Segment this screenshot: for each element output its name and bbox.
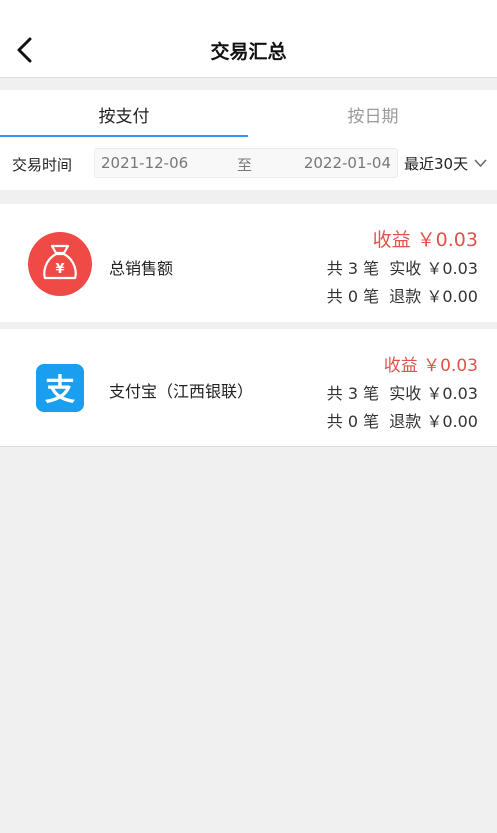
svg-text:支: 支 <box>45 373 75 408</box>
summary-card-total[interactable]: ¥ 总销售额 收益 ￥0.03 共 3 笔 实收 ￥0.03 共 0 笔 退款 … <box>0 204 497 322</box>
chevron-down-icon <box>474 159 487 168</box>
start-date-field[interactable]: 2021-12-06 <box>101 154 188 172</box>
card-name: 总销售额 <box>109 259 174 278</box>
alipay-icon: 支 <box>36 364 84 412</box>
date-separator: 至 <box>237 156 253 174</box>
header-bar: 交易汇总 <box>0 0 497 78</box>
received-summary: 共 3 笔 实收 ￥0.03 <box>326 259 478 278</box>
refund-summary: 共 0 笔 退款 ￥0.00 <box>326 287 478 306</box>
profit-amount: 收益 ￥0.03 <box>372 229 478 251</box>
svg-text:¥: ¥ <box>55 262 64 277</box>
profit-amount: 收益 ￥0.03 <box>383 356 478 376</box>
summary-card-alipay[interactable]: 支 支付宝（江西银联） 收益 ￥0.03 共 3 笔 实收 ￥0.03 共 0 … <box>0 329 497 447</box>
tab-by-payment[interactable]: 按支付 <box>0 90 248 138</box>
page-title: 交易汇总 <box>210 41 287 63</box>
end-date-field[interactable]: 2022-01-04 <box>304 154 391 172</box>
tab-by-date[interactable]: 按日期 <box>249 90 497 138</box>
date-range-box: 2021-12-06 至 2022-01-04 <box>94 148 398 178</box>
filter-label: 交易时间 <box>12 156 73 174</box>
range-dropdown[interactable]: 最近30天 <box>404 153 487 174</box>
received-summary: 共 3 笔 实收 ￥0.03 <box>326 384 478 403</box>
active-tab-indicator <box>0 135 248 137</box>
refund-summary: 共 0 笔 退款 ￥0.00 <box>326 412 478 431</box>
tab-bar: 按支付 按日期 <box>0 90 497 138</box>
money-bag-icon: ¥ <box>28 232 92 296</box>
card-name: 支付宝（江西银联） <box>109 382 254 401</box>
date-filter-row: 交易时间 2021-12-06 至 2022-01-04 最近30天 <box>0 138 497 190</box>
range-dropdown-label: 最近30天 <box>404 155 469 173</box>
